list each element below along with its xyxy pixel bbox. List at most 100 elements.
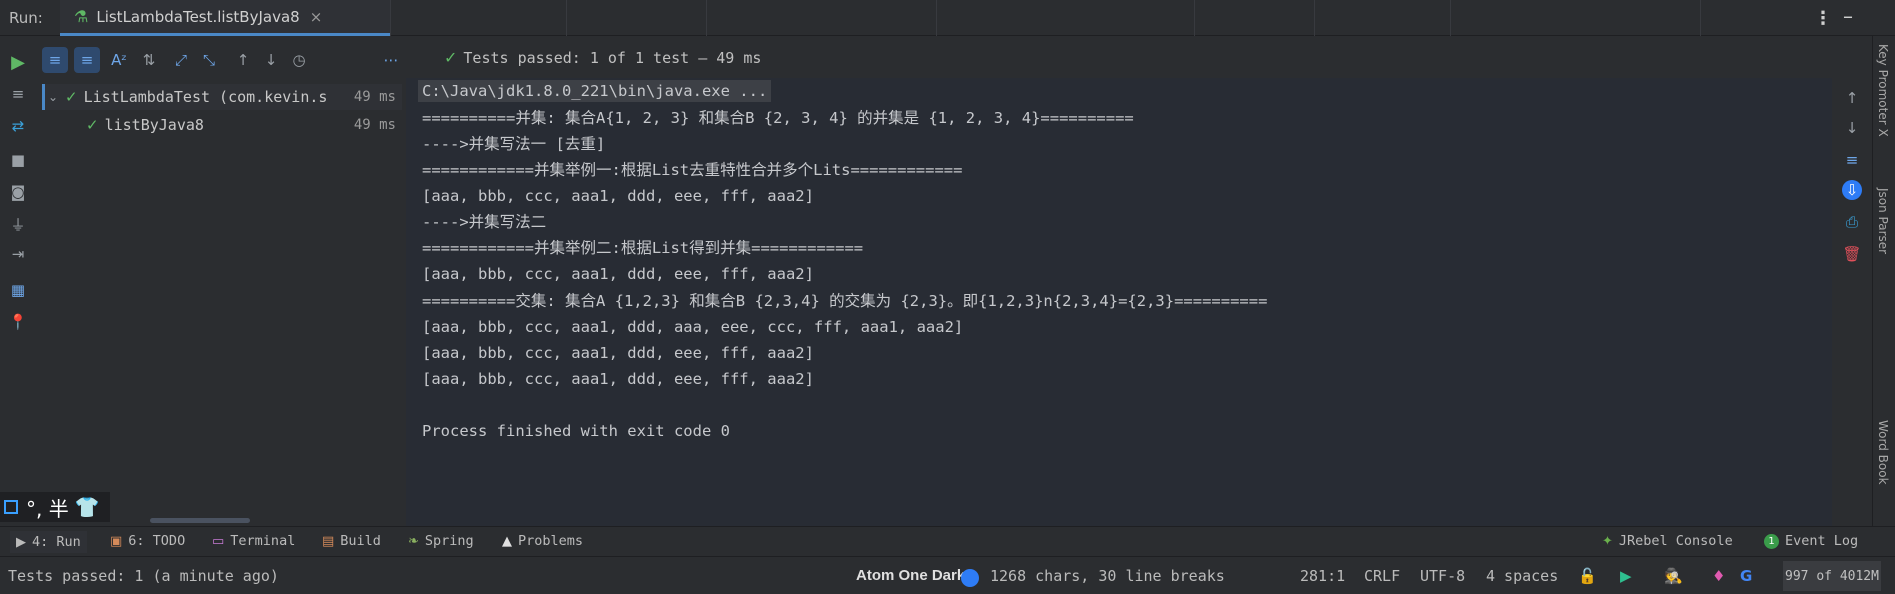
- console-line: ---->并集写法二: [422, 213, 547, 231]
- stop-icon[interactable]: ■: [8, 150, 28, 170]
- tool-tab-label: JRebel Console: [1618, 533, 1733, 549]
- json-parser-tab[interactable]: Json Parser: [1876, 188, 1890, 254]
- ime-status-bar: °, 半 👕: [0, 492, 110, 522]
- ime-mode-icon: [4, 500, 18, 514]
- tool-tab-label: 4: Run: [32, 534, 81, 550]
- layout-icon[interactable]: ▦: [8, 280, 28, 300]
- status-bar: Tests passed: 1 (a minute ago) Atom One …: [0, 556, 1895, 594]
- console-line: [aaa, bbb, ccc, aaa1, ddd, eee, fff, aaa…: [422, 344, 814, 362]
- build-icon: ▤: [322, 533, 335, 549]
- shirt-icon: 👕: [74, 495, 100, 519]
- caret-position[interactable]: 281:1: [1300, 567, 1345, 585]
- spring-leaf-icon: ❧: [408, 533, 419, 549]
- status-message: Tests passed: 1 (a minute ago): [8, 567, 279, 585]
- tool-tab-label: 6: TODO: [128, 533, 186, 549]
- memory-indicator[interactable]: 997 of 4012M: [1783, 561, 1881, 591]
- rerun-icon[interactable]: ▶: [8, 52, 28, 73]
- tab-divider: [1194, 0, 1195, 36]
- more-icon[interactable]: ⋯: [378, 47, 404, 73]
- tab-divider: [566, 0, 567, 36]
- arrow-down-icon[interactable]: ↓: [1842, 118, 1862, 138]
- tool-tab-label: Problems: [518, 533, 584, 549]
- next-failed-icon[interactable]: ↓: [258, 47, 284, 73]
- tool-tab-jrebel[interactable]: ✦ JRebel Console: [1602, 533, 1733, 549]
- tree-node-class[interactable]: ⌄ ✓ ListLambdaTest (com.kevin.s 49 ms: [42, 84, 402, 110]
- console-line: [aaa, bbb, ccc, aaa1, ddd, eee, fff, aaa…: [422, 187, 814, 205]
- plug-icon[interactable]: ⏚: [8, 214, 28, 234]
- more-options-icon[interactable]: ⋮: [1814, 8, 1832, 29]
- tab-run-configuration[interactable]: ⚗ ListLambdaTest.listByJava8 ×: [60, 0, 390, 36]
- selection-info: 1268 chars, 30 line breaks: [990, 567, 1225, 585]
- line-separator[interactable]: CRLF: [1364, 567, 1400, 585]
- google-icon[interactable]: G: [1740, 567, 1752, 585]
- tool-tab-event-log[interactable]: 1 Event Log: [1764, 533, 1858, 549]
- tests-status-text: Tests passed: 1 of 1 test – 49 ms: [463, 48, 762, 67]
- chevron-down-icon[interactable]: ⌄: [45, 90, 61, 104]
- console-command-line[interactable]: C:\Java\jdk1.8.0_221\bin\java.exe ...: [418, 80, 772, 102]
- sort-duration-icon[interactable]: ⇅: [136, 47, 162, 73]
- terminal-icon: ▭: [212, 533, 225, 549]
- right-tool-strip: Key Promoter X Json Parser Word Book: [1872, 36, 1895, 526]
- collapse-all-icon[interactable]: ⤡: [196, 47, 222, 73]
- sort-alpha-icon[interactable]: Aᶻ: [106, 47, 132, 73]
- rerun-failed-icon[interactable]: ≡: [8, 84, 28, 104]
- indent-setting[interactable]: 4 spaces: [1486, 567, 1558, 585]
- console-line: ============并集举例一:根据List去重特性合并多个Lits====…: [422, 161, 963, 179]
- console-line: ---->并集写法一 [去重]: [422, 135, 606, 153]
- expand-all-icon[interactable]: ⤢: [168, 47, 194, 73]
- show-passed-icon[interactable]: ≡: [42, 47, 68, 73]
- arrow-up-icon[interactable]: ↑: [1842, 88, 1862, 108]
- tree-node-time: 49 ms: [353, 89, 396, 105]
- left-toolbar: ▶ ≡ ⇄ ■ ◙ ⏚ ⇥ ▦ 📍: [0, 36, 36, 526]
- tree-node-label: ListLambdaTest (com.kevin.s: [83, 88, 328, 106]
- horizontal-scrollbar[interactable]: [150, 518, 250, 523]
- todo-icon: ▣: [110, 533, 123, 549]
- lock-icon[interactable]: 🔓: [1578, 567, 1597, 585]
- incognito-icon[interactable]: 🕵: [1664, 567, 1683, 585]
- tree-node-label: listByJava8: [104, 116, 204, 134]
- jrebel-icon: ✦: [1602, 533, 1613, 549]
- show-ignored-icon[interactable]: ≡: [74, 47, 100, 73]
- scroll-to-end-icon[interactable]: ⇩: [1842, 180, 1862, 200]
- history-icon[interactable]: ◷: [286, 47, 312, 73]
- terminal-plugin-icon[interactable]: ▶: [1620, 567, 1632, 585]
- tool-tab-label: Terminal: [230, 533, 296, 549]
- soft-wrap-icon[interactable]: ≡: [1842, 150, 1862, 170]
- tab-divider: [1314, 0, 1315, 36]
- theme-indicator-icon: [961, 569, 979, 587]
- console-line: ==========并集: 集合A{1, 2, 3} 和集合B {2, 3, 4…: [422, 109, 1134, 127]
- passed-check-icon: ✓: [65, 88, 78, 106]
- test-tube-icon: ⚗: [74, 7, 89, 26]
- toggle-auto-test-icon[interactable]: ⇄: [8, 116, 28, 136]
- minimize-icon[interactable]: –: [1843, 4, 1853, 28]
- trash-icon[interactable]: 🗑: [1842, 244, 1862, 264]
- close-tab-icon[interactable]: ×: [310, 8, 323, 26]
- theme-name[interactable]: Atom One Dark: [856, 567, 965, 584]
- exit-icon[interactable]: ⇥: [8, 244, 28, 264]
- print-icon[interactable]: ⎙: [1842, 212, 1862, 232]
- tab-title: ListLambdaTest.listByJava8: [96, 7, 300, 26]
- console-line: ============并集举例二:根据List得到并集============: [422, 239, 864, 257]
- key-promoter-tab[interactable]: Key Promoter X: [1876, 44, 1890, 137]
- camera-icon[interactable]: ◙: [8, 182, 28, 202]
- file-encoding[interactable]: UTF-8: [1420, 567, 1465, 585]
- tool-tab-problems[interactable]: ▲ Problems: [502, 533, 583, 549]
- plugin-icon[interactable]: ♦: [1712, 567, 1725, 585]
- tool-tab-terminal[interactable]: ▭ Terminal: [212, 533, 295, 549]
- tool-tab-run[interactable]: ▶ 4: Run: [10, 531, 87, 553]
- tool-tab-label: Build: [340, 533, 381, 549]
- event-log-badge: 1: [1764, 533, 1779, 549]
- pin-icon[interactable]: 📍: [8, 312, 28, 332]
- previous-failed-icon[interactable]: ↑: [230, 47, 256, 73]
- run-label: Run:: [9, 8, 43, 27]
- tool-tab-spring[interactable]: ❧ Spring: [408, 533, 474, 549]
- tests-status: ✓ Tests passed: 1 of 1 test – 49 ms: [444, 48, 761, 67]
- tree-node-method[interactable]: ✓ listByJava8 49 ms: [42, 112, 402, 138]
- test-tree: ⌄ ✓ ListLambdaTest (com.kevin.s 49 ms ✓ …: [36, 80, 403, 526]
- tool-tab-build[interactable]: ▤ Build: [322, 533, 381, 549]
- tab-divider: [1450, 0, 1451, 36]
- console-line: [aaa, bbb, ccc, aaa1, ddd, eee, fff, aaa…: [422, 370, 814, 388]
- word-book-tab[interactable]: Word Book: [1876, 420, 1890, 485]
- tool-tab-todo[interactable]: ▣ 6: TODO: [110, 533, 185, 549]
- console-output[interactable]: C:\Java\jdk1.8.0_221\bin\java.exe ... ==…: [406, 78, 1832, 526]
